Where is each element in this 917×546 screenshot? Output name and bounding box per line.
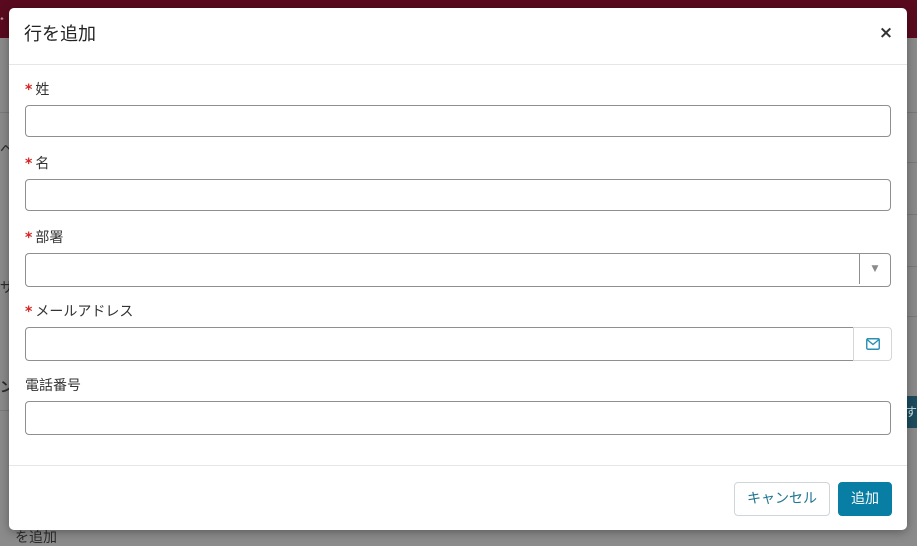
background-divider	[907, 112, 917, 113]
phone-label-text: 電話番号	[25, 378, 81, 394]
first-name-input[interactable]	[25, 179, 891, 211]
last-name-label-text: 姓	[35, 82, 50, 98]
required-mark: *	[25, 304, 33, 320]
background-text-fragment: を追加	[15, 530, 57, 546]
background-divider	[907, 266, 917, 267]
dialog-title: 行を追加	[24, 24, 96, 45]
email-addon	[853, 327, 892, 361]
close-icon: ×	[878, 23, 894, 43]
background-divider	[907, 214, 917, 215]
required-mark: *	[25, 156, 33, 172]
last-name-label: * 姓	[25, 81, 49, 99]
phone-label: 電話番号	[25, 377, 81, 395]
background-text-fragment: ザ	[0, 280, 9, 296]
email-input[interactable]	[25, 327, 854, 361]
mail-icon	[866, 338, 880, 350]
background-divider	[907, 162, 917, 163]
close-button[interactable]: ×	[877, 24, 895, 42]
add-row-dialog: 行を追加 × * 姓 * 名 * 部署 ▼ * メールアドレス 電話番号 キャン…	[9, 8, 907, 530]
email-label-text: メールアドレス	[35, 304, 134, 320]
dialog-header: 行を追加 ×	[9, 8, 907, 65]
required-mark: *	[25, 82, 33, 98]
dialog-footer: キャンセル 追加	[9, 465, 907, 530]
first-name-label: * 名	[25, 155, 49, 173]
background-divider	[907, 316, 917, 317]
background-text-fragment: ン	[0, 380, 9, 396]
email-label: * メールアドレス	[25, 303, 133, 321]
last-name-input[interactable]	[25, 105, 891, 137]
department-label-text: 部署	[35, 230, 64, 246]
cancel-button[interactable]: キャンセル	[734, 482, 830, 516]
dropdown-arrow-icon[interactable]: ▼	[859, 254, 890, 284]
email-input-group	[25, 327, 892, 361]
department-label: * 部署	[25, 229, 63, 247]
department-select[interactable]: ▼	[25, 253, 891, 287]
first-name-label-text: 名	[35, 156, 50, 172]
background-topbar-glyph: ˖	[0, 13, 4, 24]
background-text-fragment: ペ	[0, 142, 9, 158]
background-divider	[0, 112, 9, 113]
background-divider	[0, 410, 9, 411]
phone-input[interactable]	[25, 401, 891, 435]
required-mark: *	[25, 230, 33, 246]
add-button[interactable]: 追加	[838, 482, 892, 516]
